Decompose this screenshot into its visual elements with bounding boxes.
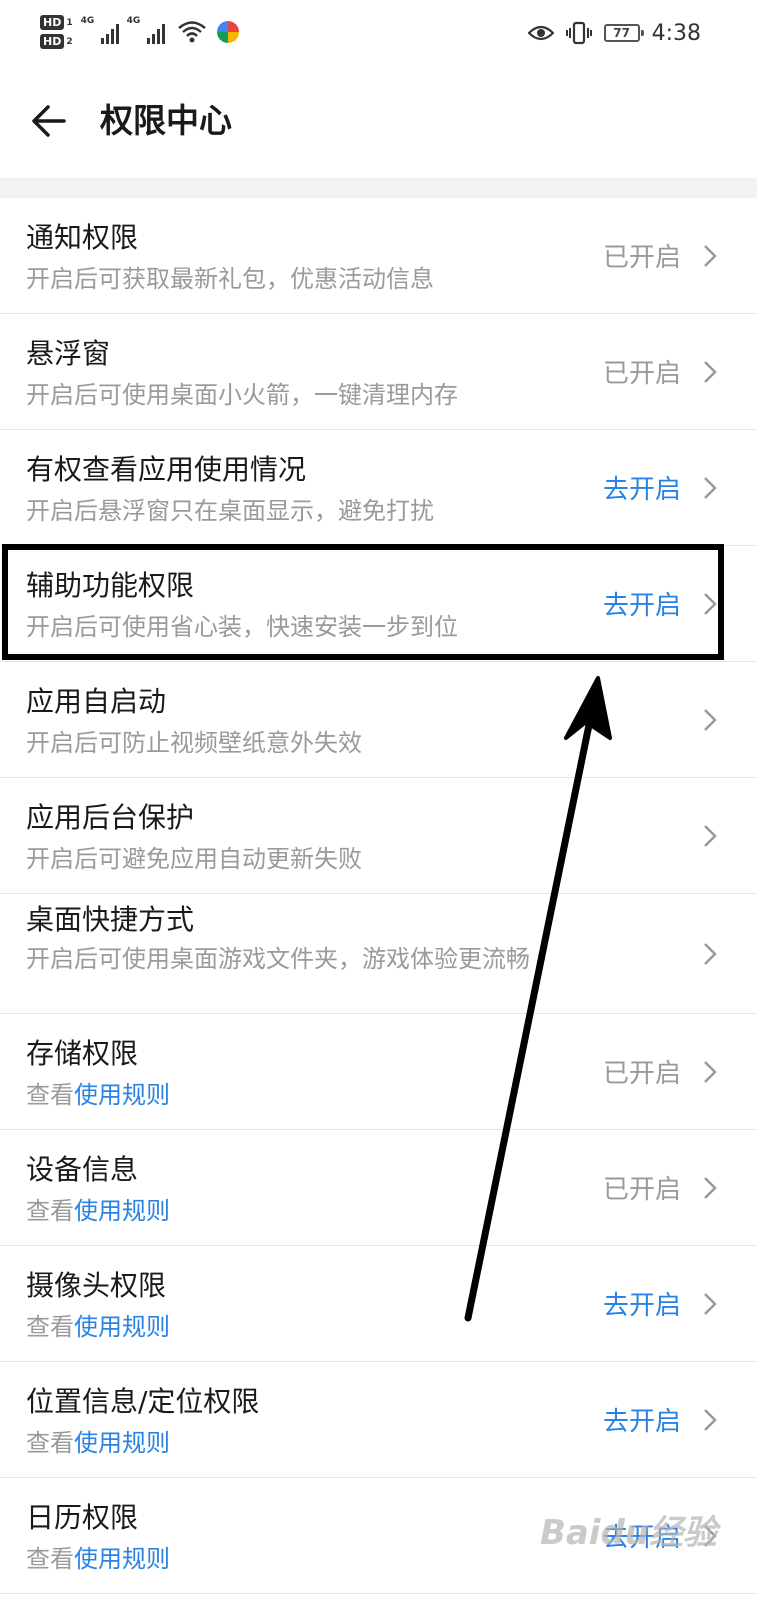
permission-item-location[interactable]: 位置信息/定位权限 查看使用规则 去开启 (0, 1362, 757, 1478)
chevron-right-icon (704, 476, 717, 499)
network-type-2: 4G (126, 16, 141, 26)
item-description: 开启后可使用省心装，快速安装一步到位 (26, 613, 458, 641)
sim2-hd-label: HD (40, 34, 65, 49)
item-description: 开启后可获取最新礼包，优惠活动信息 (26, 265, 434, 293)
chevron-right-icon (704, 1292, 717, 1315)
signal-1-icon: 4G (81, 16, 119, 44)
wifi-icon (177, 21, 206, 43)
chevron-right-icon (704, 708, 717, 731)
permission-item-desktop-shortcut[interactable]: 桌面快捷方式 开启后可使用桌面游戏文件夹，游戏体验更流畅 (0, 894, 757, 1014)
chevron-right-icon (704, 1060, 717, 1083)
battery-level: 77 (613, 26, 630, 40)
sim1-indicator: HD 1 (40, 15, 73, 30)
item-title: 日历权限 (26, 1501, 139, 1534)
item-description: 开启后可使用桌面小火箭，一键清理内存 (26, 381, 458, 409)
item-description: 开启后可使用桌面游戏文件夹，游戏体验更流畅 (26, 945, 530, 973)
signal-2-icon: 4G (127, 16, 165, 44)
status-right: 77 4:38 (527, 16, 701, 50)
item-title: 辅助功能权限 (26, 569, 195, 602)
permission-item-background-protection[interactable]: 应用后台保护 开启后可避免应用自动更新失败 (0, 778, 757, 894)
sim2-indicator: HD 2 (40, 34, 73, 49)
item-title: 位置信息/定位权限 (26, 1385, 260, 1418)
app-header: 权限中心 (0, 64, 757, 178)
item-description: 查看使用规则 (26, 1194, 586, 1228)
item-description: 开启后悬浮窗只在桌面显示，避免打扰 (26, 497, 434, 525)
desc-prefix: 查看 (26, 1313, 74, 1341)
item-status: 已开启 (602, 1059, 681, 1089)
permission-item-usage-access[interactable]: 有权查看应用使用情况 开启后悬浮窗只在桌面显示，避免打扰 去开启 (0, 430, 757, 546)
item-status-enable-link[interactable]: 去开启 (603, 430, 681, 545)
item-description: 开启后可防止视频壁纸意外失效 (26, 729, 362, 757)
permission-item-notification[interactable]: 通知权限 开启后可获取最新礼包，优惠活动信息 已开启 (0, 198, 757, 314)
item-description: 查看使用规则 (26, 1078, 586, 1112)
usage-rules-link[interactable]: 使用规则 (74, 1313, 170, 1341)
usage-rules-link[interactable]: 使用规则 (74, 1545, 170, 1573)
chevron-right-icon (704, 824, 717, 847)
desc-prefix: 查看 (26, 1429, 74, 1457)
page-title: 权限中心 (100, 101, 232, 140)
item-status: 已开启 (602, 1175, 681, 1205)
clock: 4:38 (651, 20, 701, 46)
eye-comfort-icon (527, 25, 554, 41)
back-arrow-icon[interactable] (30, 102, 68, 140)
desc-prefix: 查看 (26, 1197, 74, 1225)
chevron-right-icon (704, 244, 717, 267)
item-title: 存储权限 (26, 1037, 139, 1070)
permission-item-device-info[interactable]: 设备信息 查看使用规则 已开启 (0, 1130, 757, 1246)
item-description: 查看使用规则 (26, 1310, 586, 1344)
network-type-1: 4G (80, 16, 95, 26)
sim-indicators: HD 1 HD 2 (40, 15, 73, 49)
item-title: 摄像头权限 (26, 1269, 167, 1302)
chevron-right-icon (704, 1408, 717, 1431)
permission-item-camera[interactable]: 摄像头权限 查看使用规则 去开启 (0, 1246, 757, 1362)
item-status: 已开启 (602, 359, 681, 389)
permission-item-autostart[interactable]: 应用自启动 开启后可防止视频壁纸意外失效 (0, 662, 757, 778)
usage-rules-link[interactable]: 使用规则 (74, 1429, 170, 1457)
usage-rules-link[interactable]: 使用规则 (74, 1197, 170, 1225)
permission-item-accessibility[interactable]: 辅助功能权限 开启后可使用省心装，快速安装一步到位 去开启 (0, 546, 757, 662)
watermark: Baidu经验 (539, 1513, 717, 1553)
app-notification-icon (216, 21, 239, 43)
chevron-right-icon (704, 1176, 717, 1199)
item-status-enable-link[interactable]: 去开启 (603, 546, 681, 661)
desc-prefix: 查看 (26, 1545, 74, 1573)
item-title: 有权查看应用使用情况 (26, 453, 307, 486)
sim2-number: 2 (66, 36, 73, 47)
item-title: 桌面快捷方式 (26, 903, 195, 936)
item-description: 查看使用规则 (26, 1542, 586, 1576)
permission-item-storage[interactable]: 存储权限 查看使用规则 已开启 (0, 1014, 757, 1130)
item-title: 应用后台保护 (26, 801, 195, 834)
chevron-right-icon (704, 942, 717, 965)
item-title: 设备信息 (26, 1153, 139, 1186)
status-bar: HD 1 HD 2 4G 4G 77 4:38 (0, 0, 757, 64)
permission-item-floating-window[interactable]: 悬浮窗 开启后可使用桌面小火箭，一键清理内存 已开启 (0, 314, 757, 430)
item-status: 已开启 (602, 243, 681, 273)
status-left: HD 1 HD 2 4G 4G (40, 10, 239, 54)
section-divider (0, 178, 757, 198)
item-description: 开启后可避免应用自动更新失败 (26, 845, 362, 873)
sim1-hd-label: HD (40, 15, 65, 30)
chevron-right-icon (704, 360, 717, 383)
battery-icon: 77 (603, 24, 644, 42)
vibrate-icon (565, 21, 592, 45)
chevron-right-icon (704, 592, 717, 615)
item-description: 查看使用规则 (26, 1426, 586, 1460)
item-status-enable-link[interactable]: 去开启 (603, 1362, 681, 1477)
sim1-number: 1 (66, 17, 73, 28)
desc-prefix: 查看 (26, 1081, 74, 1109)
permission-list: 通知权限 开启后可获取最新礼包，优惠活动信息 已开启 悬浮窗 开启后可使用桌面小… (0, 198, 757, 1594)
item-title: 应用自启动 (26, 685, 167, 718)
usage-rules-link[interactable]: 使用规则 (74, 1081, 170, 1109)
item-status-enable-link[interactable]: 去开启 (603, 1246, 681, 1361)
item-title: 通知权限 (26, 221, 139, 254)
item-title: 悬浮窗 (26, 337, 111, 370)
